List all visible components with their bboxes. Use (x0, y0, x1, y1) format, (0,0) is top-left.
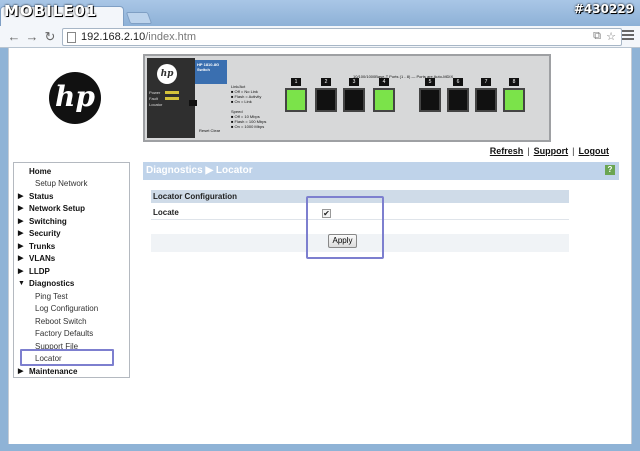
power-led (165, 91, 179, 94)
back-arrow-icon[interactable]: ← (6, 29, 22, 45)
new-tab-button[interactable] (125, 12, 153, 24)
config-highlight-box (306, 196, 384, 259)
led-labels: Power Fault Locator (149, 90, 162, 108)
page-title: Diagnostics ▶ Locator (146, 165, 253, 176)
port-number: 5 (425, 78, 435, 86)
port-legend: Link/Act ■ Off = No Link ■ Flash = Activit… (231, 84, 267, 129)
switch-model-block: hp Power Fault Locator (147, 58, 195, 138)
port-4[interactable] (373, 88, 395, 112)
port-6[interactable] (447, 88, 469, 112)
expand-arrow-icon: ▶ (18, 218, 24, 225)
hp-logo: hp (49, 72, 101, 124)
sidebar-item-vlans[interactable]: ▶ VLANs (14, 253, 129, 265)
browser-title-bar: MOBILE01 #430229 (0, 0, 640, 26)
port-number: 7 (481, 78, 491, 86)
sidebar-item-label: Log Configuration (35, 304, 99, 313)
sidebar-item-label: Factory Defaults (35, 329, 94, 338)
expand-arrow-icon: ▶ (18, 205, 24, 212)
port-3[interactable] (343, 88, 365, 112)
expand-arrow-icon: ▶ (18, 268, 24, 275)
menu-icon[interactable] (622, 30, 634, 42)
help-icon[interactable]: ? (605, 165, 615, 175)
watermark-id: #430229 (573, 2, 634, 16)
sidebar-item-switching[interactable]: ▶ Switching (14, 216, 129, 228)
logout-link[interactable]: Logout (579, 146, 610, 156)
pb-button (189, 100, 197, 106)
port-number: 4 (379, 78, 389, 86)
translate-icon[interactable]: ⧉ (593, 30, 601, 43)
port-number: 2 (321, 78, 331, 86)
sidebar-item-label: VLANs (29, 254, 56, 263)
port-8[interactable] (503, 88, 525, 112)
url-host: 192.168.2.10 (81, 31, 146, 43)
ports-title: 10/100/1000Base-T Ports (1 - 8) — Ports … (353, 74, 454, 79)
sidebar-item-maintenance[interactable]: ▶ Maintenance (14, 366, 129, 378)
sidebar-item-label: Network Setup (29, 204, 86, 213)
page-header-bar: Diagnostics ▶ Locator ? (143, 162, 619, 180)
port-7[interactable] (475, 88, 497, 112)
port-5[interactable] (419, 88, 441, 112)
expand-arrow-icon: ▶ (18, 230, 24, 237)
expand-arrow-icon: ▶ (18, 255, 24, 262)
url-path: /index.htm (145, 31, 196, 43)
sidebar-item-lldp[interactable]: ▶ LLDP (14, 266, 129, 278)
sidebar-item-log-configuration[interactable]: Log Configuration (14, 303, 129, 315)
browser-toolbar: ← → ↻ 192.168.2.10/index.htm ⧉ ☆ (0, 26, 640, 48)
expand-arrow-icon: ▶ (18, 193, 24, 200)
bookmark-star-icon[interactable]: ☆ (606, 30, 616, 43)
sidebar-item-label: Ping Test (35, 292, 68, 301)
sidebar-item-label: Status (29, 192, 54, 201)
sidebar-item-diagnostics[interactable]: ▼ Diagnostics (14, 278, 129, 290)
sidebar-item-label: Switching (29, 217, 67, 226)
sidebar-item-reboot-switch[interactable]: Reboot Switch (14, 316, 129, 328)
forward-arrow-icon[interactable]: → (24, 29, 40, 45)
port-2[interactable] (315, 88, 337, 112)
port-number: 8 (509, 78, 519, 86)
locate-label: Locate (153, 208, 179, 217)
switch-front-panel: hp Power Fault Locator HP 1810-8G Switch… (143, 54, 551, 142)
sidebar-item-home[interactable]: Home (14, 166, 129, 178)
sidebar-item-label: LLDP (29, 267, 50, 276)
port-number: 3 (349, 78, 359, 86)
sidebar-nav: Home Setup Network ▶ Status ▶ Network Setu… (13, 162, 130, 378)
reset-clear-label: Reset Clear (199, 128, 221, 133)
url-text: 192.168.2.10/index.htm (81, 31, 196, 43)
sidebar-item-ping-test[interactable]: Ping Test (14, 291, 129, 303)
port-number: 6 (453, 78, 463, 86)
sidebar-item-setup-network[interactable]: Setup Network (14, 178, 129, 190)
fault-led (165, 97, 179, 100)
watermark-logo: MOBILE01 (4, 2, 98, 20)
locator-highlight-box (20, 349, 114, 366)
reload-icon[interactable]: ↻ (42, 29, 58, 45)
sidebar-item-label: Setup Network (35, 179, 88, 188)
page-icon (67, 32, 76, 43)
switch-hp-logo: hp (157, 64, 177, 84)
port-1[interactable] (285, 88, 307, 112)
sidebar-item-factory-defaults[interactable]: Factory Defaults (14, 328, 129, 340)
collapse-arrow-icon: ▼ (18, 280, 25, 287)
expand-arrow-icon: ▶ (18, 368, 24, 375)
led-label-locator: Locator (149, 102, 163, 107)
sidebar-item-security[interactable]: ▶ Security (14, 228, 129, 240)
top-links: Refresh | Support | Logout (489, 146, 610, 156)
sidebar-item-label: Maintenance (29, 367, 78, 376)
refresh-link[interactable]: Refresh (490, 146, 524, 156)
sidebar-item-status[interactable]: ▶ Status (14, 191, 129, 203)
model-badge: HP 1810-8G Switch (195, 60, 227, 84)
sidebar-item-network-setup[interactable]: ▶ Network Setup (14, 203, 129, 215)
sidebar-item-label: Trunks (29, 242, 56, 251)
sidebar-item-label: Home (29, 167, 52, 176)
expand-arrow-icon: ▶ (18, 243, 24, 250)
sidebar-item-label: Security (29, 229, 61, 238)
web-page: hp hp Power Fault Locator HP 1810-8G Swi… (8, 48, 632, 444)
address-bar[interactable]: 192.168.2.10/index.htm ⧉ ☆ (62, 28, 622, 46)
sidebar-item-trunks[interactable]: ▶ Trunks (14, 241, 129, 253)
port-number: 1 (291, 78, 301, 86)
sidebar-item-label: Diagnostics (29, 279, 75, 288)
sidebar-item-label: Reboot Switch (35, 317, 87, 326)
support-link[interactable]: Support (534, 146, 569, 156)
